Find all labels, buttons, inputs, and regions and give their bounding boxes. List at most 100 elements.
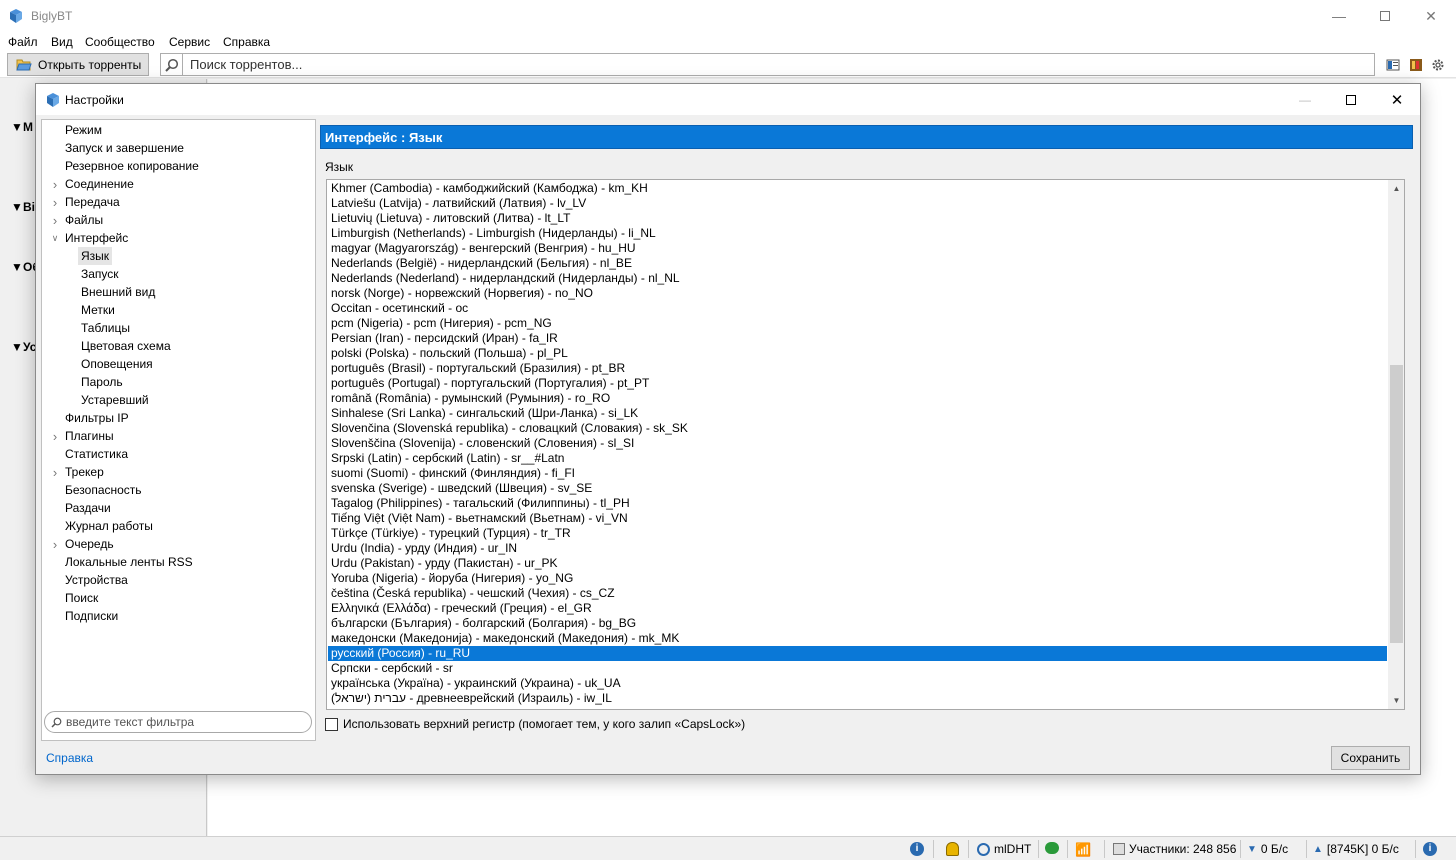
language-list-item[interactable]: македонски (Македонија) - македонский (М… — [328, 631, 1387, 646]
chevron-right-icon[interactable]: › — [50, 427, 60, 445]
help-link[interactable]: Справка — [46, 751, 93, 765]
tree-item[interactable]: Устаревший — [78, 391, 152, 409]
language-list-item[interactable]: Latviešu (Latvija) - латвийский (Латвия)… — [328, 196, 1387, 211]
close-button[interactable]: ✕ — [1408, 0, 1454, 32]
torrent-search-input[interactable] — [182, 53, 1375, 76]
language-list-item[interactable]: Khmer (Cambodia) - камбоджийский (Камбод… — [328, 181, 1387, 196]
download-speed[interactable]: ▼ 0 Б/с — [1247, 842, 1288, 856]
search-button[interactable] — [160, 53, 182, 76]
language-list-item[interactable]: Nederlands (België) - нидерландский (Бел… — [328, 256, 1387, 271]
language-list-item[interactable]: română (România) - румынский (Румыния) -… — [328, 391, 1387, 406]
sidebar-section[interactable]: ▼ М — [11, 120, 33, 134]
tree-item[interactable]: Запуск — [78, 265, 122, 283]
dialog-minimize-button[interactable]: — — [1282, 84, 1328, 115]
info-status[interactable]: i — [910, 842, 924, 856]
language-list-item[interactable]: Tiếng Việt (Việt Nam) - вьетнамский (Вье… — [328, 511, 1387, 526]
tree-item[interactable]: Оповещения — [78, 355, 156, 373]
tree-item[interactable]: Фильтры IP — [62, 409, 132, 427]
tree-item[interactable]: Язык — [78, 247, 113, 265]
language-list-item[interactable]: polski (Polska) - польский (Польша) - pl… — [328, 346, 1387, 361]
tree-item[interactable]: Файлы — [62, 211, 106, 229]
language-list-item[interactable]: Српски - сербский - sr — [328, 661, 1387, 676]
tree-item[interactable]: Локальные ленты RSS — [62, 553, 196, 571]
language-list-item[interactable]: Ελληνικά (Ελλάδα) - греческий (Греция) -… — [328, 601, 1387, 616]
sidebar-section[interactable]: ▼ Bi — [11, 200, 35, 214]
language-list-item[interactable]: Tagalog (Philippines) - тагальский (Фили… — [328, 496, 1387, 511]
alerts-status[interactable]: i — [1423, 842, 1437, 856]
tree-item[interactable]: Интерфейс — [62, 229, 131, 247]
language-list-item[interactable]: українська (Україна) - украинский (Украи… — [328, 676, 1387, 691]
open-torrents-button[interactable]: Открыть торренты — [7, 53, 149, 76]
language-list-item[interactable]: русский (Россия) - ru_RU — [328, 646, 1387, 661]
tree-item[interactable]: Внешний вид — [78, 283, 158, 301]
caps-lock-checkbox-row[interactable]: Использовать верхний регистр (помогает т… — [325, 717, 745, 731]
nat-status[interactable] — [946, 842, 959, 856]
caps-lock-checkbox[interactable] — [325, 717, 338, 731]
language-list-item[interactable]: Türkçe (Türkiye) - турецкий (Турция) - t… — [328, 526, 1387, 541]
chevron-right-icon[interactable]: › — [50, 463, 60, 481]
save-button[interactable]: Сохранить — [1331, 746, 1410, 770]
language-list-item[interactable]: Slovenčina (Slovenská republika) - слова… — [328, 421, 1387, 436]
dialog-maximize-button[interactable] — [1328, 84, 1374, 115]
tree-filter-input[interactable] — [66, 715, 296, 729]
language-list-item[interactable]: Occitan - осетинский - oc — [328, 301, 1387, 316]
language-list-item[interactable]: Sinhalese (Sri Lanka) - сингальский (Шри… — [328, 406, 1387, 421]
language-list-item[interactable]: norsk (Norge) - норвежский (Норвегия) - … — [328, 286, 1387, 301]
chat-status[interactable] — [1045, 842, 1059, 854]
language-list-item[interactable]: svenska (Sverige) - шведский (Швеция) - … — [328, 481, 1387, 496]
library-icon[interactable] — [1409, 58, 1423, 72]
tree-item[interactable]: Режим — [62, 121, 105, 139]
language-list-item[interactable]: Slovenščina (Slovenija) - словенский (Сл… — [328, 436, 1387, 451]
tree-item[interactable]: Очередь — [62, 535, 117, 553]
menu-view[interactable]: Вид — [51, 35, 73, 49]
tree-item[interactable]: Цветовая схема — [78, 337, 174, 355]
tree-item[interactable]: Соединение — [62, 175, 137, 193]
chevron-right-icon[interactable]: › — [50, 175, 60, 193]
language-list-item[interactable]: magyar (Magyarország) - венгерский (Венг… — [328, 241, 1387, 256]
language-list-item[interactable]: Urdu (India) - урду (Индия) - ur_IN — [328, 541, 1387, 556]
tree-item[interactable]: Запуск и завершение — [62, 139, 187, 157]
sidebar-section[interactable]: ▼ Об — [11, 260, 40, 274]
chevron-right-icon[interactable]: › — [50, 193, 60, 211]
chevron-down-icon[interactable]: ∨ — [50, 229, 60, 247]
sidebar-section[interactable]: ▼ Ус — [11, 340, 36, 354]
tree-item[interactable]: Резервное копирование — [62, 157, 202, 175]
language-list-item[interactable]: Limburgish (Netherlands) - Limburgish (Н… — [328, 226, 1387, 241]
language-list[interactable]: עברית (ישראל) - древнееврейский (Израиль… — [326, 179, 1405, 710]
tree-item[interactable]: Подписки — [62, 607, 121, 625]
tree-item[interactable]: Безопасность — [62, 481, 145, 499]
tree-item[interactable]: Передача — [62, 193, 123, 211]
tree-item[interactable]: Устройства — [62, 571, 131, 589]
tree-item[interactable]: Статистика — [62, 445, 131, 463]
upload-speed[interactable]: ▲ [8745K] 0 Б/с — [1313, 842, 1399, 856]
language-list-item[interactable]: Persian (Iran) - персидский (Иран) - fa_… — [328, 331, 1387, 346]
network-status[interactable]: 📶 — [1075, 842, 1091, 858]
language-list-item[interactable]: pcm (Nigeria) - pcm (Нигерия) - pcm_NG — [328, 316, 1387, 331]
menu-tools[interactable]: Сервис — [169, 35, 210, 49]
language-list-item[interactable]: Urdu (Pakistan) - урду (Пакистан) - ur_P… — [328, 556, 1387, 571]
tree-item[interactable]: Метки — [78, 301, 118, 319]
minimize-button[interactable]: — — [1316, 0, 1362, 32]
view-layout-icon[interactable] — [1386, 58, 1400, 72]
dht-status[interactable]: mlDHT — [977, 842, 1031, 856]
tree-item[interactable]: Плагины — [62, 427, 117, 445]
tree-item[interactable]: Пароль — [78, 373, 126, 391]
tree-item[interactable]: Трекер — [62, 463, 107, 481]
participants-status[interactable]: Участники: 248 856 — [1113, 842, 1236, 856]
chevron-right-icon[interactable]: › — [50, 211, 60, 229]
language-list-item[interactable]: Yoruba (Nigeria) - йоруба (Нигерия) - yo… — [328, 571, 1387, 586]
language-list-item[interactable]: čeština (Česká republika) - чешский (Чех… — [328, 586, 1387, 601]
language-list-item[interactable]: български (България) - болгарский (Болга… — [328, 616, 1387, 631]
tree-item[interactable]: Поиск — [62, 589, 101, 607]
language-list-item[interactable]: Nederlands (Nederland) - нидерландский (… — [328, 271, 1387, 286]
language-list-item[interactable]: português (Portugal) - португальский (По… — [328, 376, 1387, 391]
menu-community[interactable]: Сообщество — [85, 35, 155, 49]
settings-gear-icon[interactable] — [1431, 58, 1445, 72]
scrollbar-thumb[interactable] — [1390, 365, 1403, 643]
language-list-item[interactable]: Lietuvių (Lietuva) - литовский (Литва) -… — [328, 211, 1387, 226]
language-list-scrollbar[interactable]: ▲ ▼ — [1388, 180, 1404, 709]
tree-item[interactable]: Журнал работы — [62, 517, 156, 535]
menu-file[interactable]: Файл — [8, 35, 38, 49]
language-list-item[interactable]: português (Brasil) - португальский (Браз… — [328, 361, 1387, 376]
language-list-item[interactable]: Srpski (Latin) - сербский (Latin) - sr__… — [328, 451, 1387, 466]
